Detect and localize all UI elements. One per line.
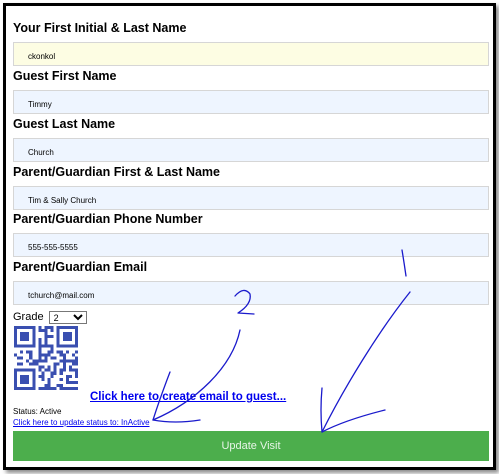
status-text: Status: Active [13,407,62,416]
parent-name-input[interactable]: Tim & Sally Church [13,186,489,210]
grade-label: Grade [13,311,44,323]
guest-first-name-input[interactable]: Timmy [13,90,489,114]
field-label-guest-last-name: Guest Last Name [13,117,116,131]
create-email-link[interactable]: Click here to create email to guest... [90,391,286,403]
update-status-link[interactable]: Click here to update status to: InActive [13,418,150,427]
guest-last-name-input[interactable]: Church [13,138,489,162]
field-label-parent-phone: Parent/Guardian Phone Number [13,212,203,226]
host-name-input[interactable]: ckonkol [13,42,489,66]
parent-phone-input[interactable]: 555-555-5555 [13,233,489,257]
grade-select[interactable]: 2 [48,311,87,324]
qr-code-image [14,326,78,390]
grade-row: Grade 2 [13,311,87,324]
update-visit-button[interactable]: Update Visit [13,431,489,461]
parent-email-input[interactable]: tchurch@mail.com [13,281,489,305]
field-label-guest-first-name: Guest First Name [13,69,117,83]
field-label-parent-email: Parent/Guardian Email [13,260,148,274]
screenshot-frame: Your First Initial & Last Name ckonkol G… [3,3,496,470]
field-label-parent-name: Parent/Guardian First & Last Name [13,165,221,179]
field-label-host-name: Your First Initial & Last Name [13,21,187,35]
